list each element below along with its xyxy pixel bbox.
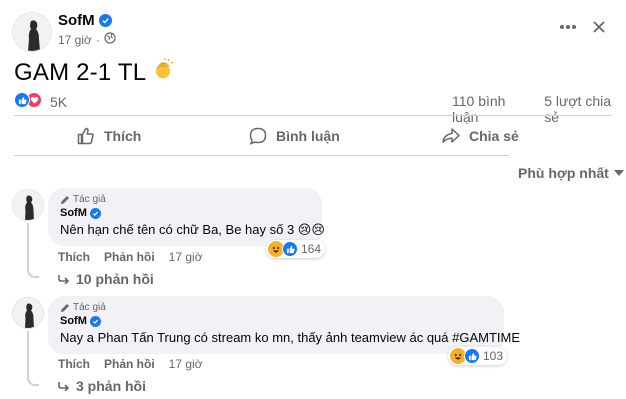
- speech-bubble-icon: [249, 127, 267, 145]
- thread-connector: [27, 262, 39, 278]
- comment-avatar[interactable]: [12, 297, 44, 329]
- comment-author[interactable]: SofM: [60, 315, 492, 327]
- share-button[interactable]: Chia sẻ: [441, 120, 519, 152]
- comment-author[interactable]: SofM: [60, 207, 310, 219]
- verified-badge-icon: [89, 207, 101, 219]
- comment-button[interactable]: Bình luận: [248, 120, 340, 152]
- comment-reply-button[interactable]: Phản hồi: [104, 357, 155, 371]
- author-badge: Tác giả: [60, 194, 310, 205]
- author-badge-label: Tác giả: [73, 302, 106, 313]
- close-button[interactable]: [588, 16, 610, 38]
- comment-bubble: Tác giả SofM Nên hạn chế tên có chữ Ba, …: [48, 188, 325, 246]
- comment-reactions[interactable]: 103: [448, 347, 508, 365]
- comment-text: Nên hạn chế tên có chữ Ba, Be hay số 3 😢…: [60, 222, 325, 237]
- globe-icon: [104, 32, 116, 47]
- reply-arrow-icon: [58, 382, 70, 391]
- post-time[interactable]: 17 giờ: [58, 33, 92, 47]
- replies-label: 10 phản hồi: [76, 271, 154, 287]
- post-meta: 17 giờ ·: [58, 32, 116, 47]
- like-reaction-icon: [14, 92, 30, 108]
- reaction-summary-icons[interactable]: [14, 92, 42, 108]
- pencil-icon: [61, 303, 69, 312]
- close-icon: [593, 21, 605, 33]
- comment-actions: Thích Phản hồi 17 giờ: [58, 357, 203, 371]
- comment-time[interactable]: 17 giờ: [169, 250, 203, 264]
- reply-arrow-icon: [58, 275, 70, 284]
- reaction-count[interactable]: 5K: [50, 94, 67, 110]
- sort-label: Phù hợp nhất: [518, 165, 609, 181]
- thread-line: [27, 331, 29, 375]
- comment-actions: Thích Phản hồi 17 giờ: [58, 250, 203, 264]
- comment-bubble: Tác giả SofM Nay a Phan Tấn Trung có str…: [48, 296, 521, 354]
- like-label: Thích: [104, 128, 142, 144]
- author-badge: Tác giả: [60, 302, 492, 313]
- like-reaction-icon: [282, 241, 298, 257]
- replies-label: 3 phản hồi: [76, 378, 146, 394]
- share-count[interactable]: 5 lượt chia sẻ: [544, 93, 626, 125]
- caret-down-icon: [613, 170, 624, 176]
- thumbs-up-icon: [77, 127, 94, 145]
- comment-reaction-count: 164: [301, 242, 322, 256]
- more-options-button[interactable]: [556, 18, 580, 36]
- pencil-icon: [61, 195, 69, 204]
- post-author-name-text[interactable]: SofM: [58, 12, 95, 29]
- comment-avatar[interactable]: [12, 189, 44, 221]
- comment-like-button[interactable]: Thích: [58, 250, 90, 264]
- share-arrow-icon: [442, 128, 460, 143]
- comment-like-button[interactable]: Thích: [58, 357, 90, 371]
- divider-bottom: [14, 155, 509, 156]
- view-replies-button[interactable]: 10 phản hồi: [58, 271, 154, 287]
- comment-reaction-count: 103: [483, 349, 504, 363]
- post-author-avatar[interactable]: [12, 12, 52, 52]
- author-badge-label: Tác giả: [73, 194, 106, 205]
- like-reaction-icon: [464, 348, 480, 364]
- thread-connector: [27, 370, 39, 386]
- like-button[interactable]: Thích: [76, 120, 141, 152]
- divider-top: [14, 115, 612, 116]
- share-label: Chia sẻ: [469, 128, 519, 144]
- post-text: GAM 2-1 TL: [14, 58, 174, 87]
- meta-dot: ·: [95, 32, 100, 47]
- ellipsis-icon: [560, 25, 576, 29]
- comment-author-name[interactable]: SofM: [60, 207, 87, 219]
- comment-sort-dropdown[interactable]: Phù hợp nhất: [518, 165, 624, 181]
- verified-badge-icon: [98, 14, 112, 27]
- comment-text: Nay a Phan Tấn Trung có stream ko mn, th…: [60, 330, 521, 345]
- view-replies-button[interactable]: 3 phản hồi: [58, 378, 146, 394]
- verified-badge-icon: [89, 315, 101, 327]
- comment-author-name[interactable]: SofM: [60, 315, 87, 327]
- comment-time[interactable]: 17 giờ: [169, 357, 203, 371]
- post-text-content: GAM 2-1 TL: [14, 58, 147, 86]
- clapping-hands-icon: [152, 58, 174, 87]
- post-author-name[interactable]: SofM: [58, 12, 112, 29]
- thread-line: [27, 223, 29, 267]
- comment-label: Bình luận: [276, 128, 340, 144]
- comment-reply-button[interactable]: Phản hồi: [104, 250, 155, 264]
- comment-reactions[interactable]: 164: [266, 240, 326, 258]
